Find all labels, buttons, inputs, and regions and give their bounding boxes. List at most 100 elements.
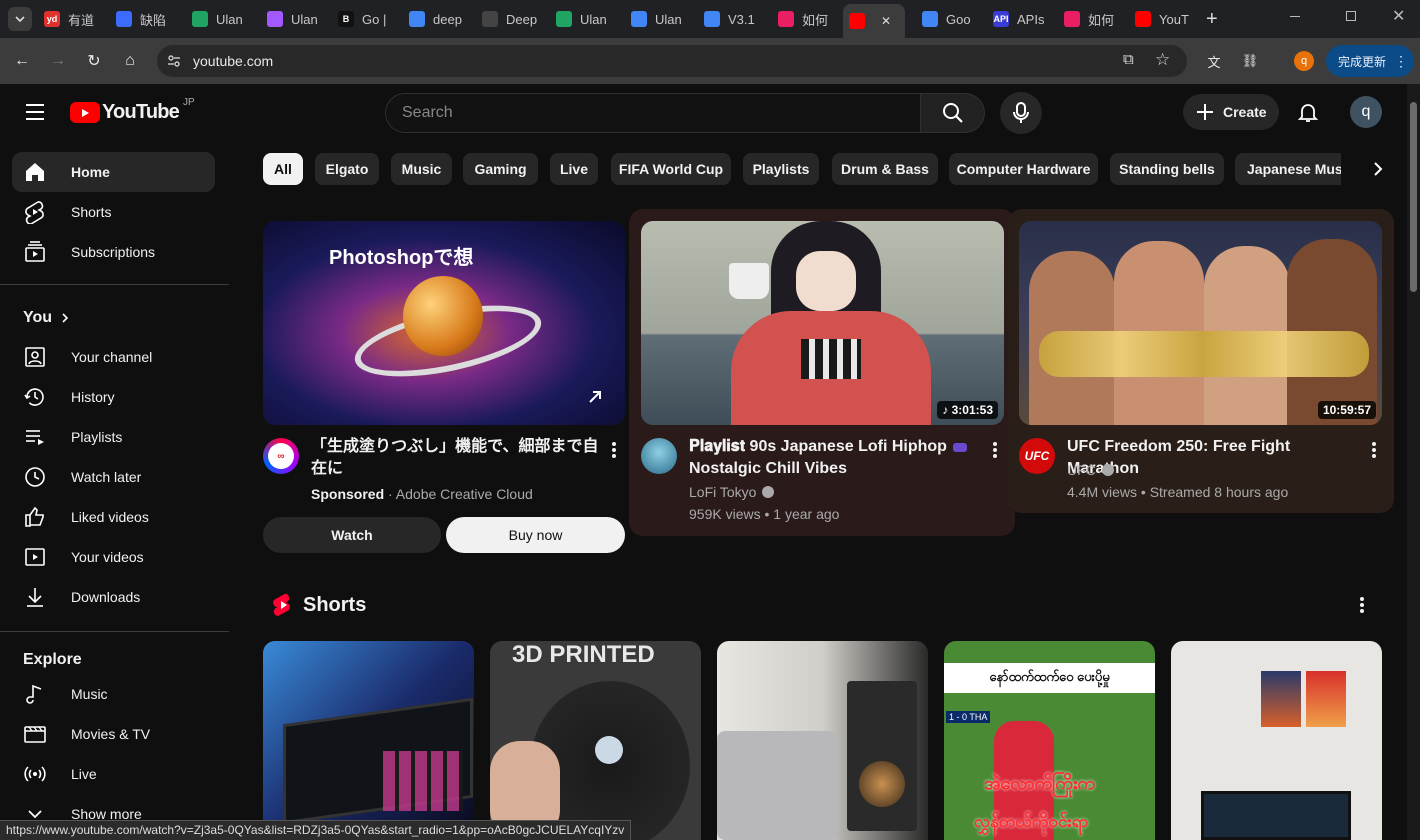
short-overlay-text: 3D PRINTED	[512, 641, 655, 668]
filter-chip[interactable]: All	[263, 153, 303, 185]
hamburger-menu-icon[interactable]	[26, 104, 44, 120]
sidebar-section-you[interactable]: You	[23, 309, 70, 327]
browser-tab[interactable]: Ulan	[631, 6, 695, 32]
download-icon	[23, 585, 47, 609]
advertiser-name[interactable]: Adobe Creative Cloud	[396, 486, 533, 502]
account-avatar[interactable]: q	[1350, 96, 1382, 128]
filter-chip[interactable]: Music	[391, 153, 452, 185]
short-thumbnail[interactable]: 3D PRINTED	[490, 641, 701, 840]
create-label: Create	[1223, 104, 1267, 120]
search-input[interactable]	[402, 104, 902, 122]
tab-search-dropdown[interactable]	[8, 7, 32, 31]
browser-tab[interactable]: YouT	[1135, 6, 1199, 32]
browser-tab[interactable]: yd 有道	[44, 6, 108, 32]
forward-arrow-icon[interactable]: →	[46, 49, 70, 73]
watch-button[interactable]: Watch	[263, 517, 441, 553]
site-info-icon[interactable]	[167, 54, 181, 68]
page-scrollbar[interactable]	[1407, 84, 1420, 840]
video-title[interactable]: 𝐏𝐥𝐚𝐲𝐥𝐢𝐬𝐭 90s Japanese Lofi Hiphop Nostal…	[689, 436, 984, 480]
voice-search-button[interactable]	[1000, 92, 1042, 134]
video-thumbnail[interactable]: ♪ 3:01:53	[641, 221, 1004, 425]
ad-title[interactable]: 「生成塗りつぶし」機能で、細部まで自 在に	[311, 436, 606, 480]
tab-close-icon[interactable]: ✕	[881, 14, 891, 28]
browser-tab[interactable]: Goo	[922, 6, 986, 32]
ad-more-icon[interactable]	[612, 442, 616, 458]
short-thumbnail[interactable]	[717, 641, 928, 840]
browser-tab[interactable]: deep	[409, 6, 473, 32]
profile-avatar[interactable]: q	[1294, 51, 1314, 71]
sidebar-item-music[interactable]: Music	[12, 674, 215, 714]
scrollbar-thumb[interactable]	[1410, 102, 1417, 292]
browser-tab[interactable]: 如何	[778, 6, 842, 32]
notifications-bell-icon[interactable]	[1296, 100, 1320, 129]
browser-tab[interactable]: Deep	[482, 6, 546, 32]
filter-chip[interactable]: Standing bells	[1110, 153, 1224, 185]
browser-tab[interactable]: API APIs	[993, 6, 1057, 32]
ufc-channel-avatar[interactable]: UFC	[1019, 438, 1055, 474]
filter-chip[interactable]: Computer Hardware	[949, 153, 1098, 185]
filter-chip[interactable]: Elgato	[315, 153, 379, 185]
filter-chip[interactable]: Drum & Bass	[832, 153, 938, 185]
youtube-logo[interactable]: YouTube JP	[70, 97, 195, 124]
sidebar-item-downloads[interactable]: Downloads	[12, 577, 215, 617]
bookmark-star-icon[interactable]: ☆	[1155, 50, 1170, 70]
short-thumbnail[interactable]	[1171, 641, 1382, 840]
lofi-channel-avatar[interactable]	[641, 438, 677, 474]
sidebar-item-watch-later[interactable]: Watch later	[12, 457, 215, 497]
sidebar-item-history[interactable]: History	[12, 377, 215, 417]
channel-name[interactable]: LoFi Tokyo	[689, 481, 775, 503]
sidebar-item-home[interactable]: Home	[12, 152, 215, 192]
filter-chip[interactable]: Live	[550, 153, 598, 185]
back-arrow-icon[interactable]: ←	[10, 49, 34, 73]
extensions-translate-icon[interactable]: 文	[1202, 49, 1226, 73]
buy-now-label: Buy now	[508, 527, 563, 543]
window-maximize-button[interactable]	[1346, 11, 1356, 21]
search-button[interactable]	[921, 93, 985, 133]
reload-icon[interactable]: ↻	[82, 49, 106, 73]
video-more-icon[interactable]	[1372, 442, 1376, 458]
shorts-more-icon[interactable]	[1360, 597, 1364, 613]
browser-tab[interactable]: 缺陷	[116, 6, 180, 32]
browser-tab[interactable]: Ulan	[267, 6, 331, 32]
home-button-icon[interactable]: ⌂	[118, 49, 142, 73]
short-thumbnail[interactable]	[263, 641, 474, 840]
channel-name[interactable]: UFC	[1067, 459, 1114, 481]
sidebar-item-your-videos[interactable]: Your videos	[12, 537, 215, 577]
browser-tab[interactable]: Ulan	[556, 6, 620, 32]
sidebar-item-playlists[interactable]: Playlists	[12, 417, 215, 457]
short-thumbnail[interactable]: နော်ထက်ထက်ဝေ ပေးပို့မှု 1 - 0 THA အဲလောက…	[944, 641, 1155, 840]
browser-tab[interactable]: V3.1	[704, 6, 768, 32]
video-thumbnail[interactable]: 10:59:57	[1019, 221, 1382, 425]
sidebar-item-liked-videos[interactable]: Liked videos	[12, 497, 215, 537]
ad-thumbnail[interactable]: Photoshopで想	[263, 221, 625, 425]
window-minimize-button[interactable]	[1290, 16, 1300, 17]
new-tab-button[interactable]: +	[1206, 8, 1218, 31]
sidebar-item-shorts[interactable]: Shorts	[12, 192, 215, 232]
adobe-channel-avatar[interactable]: ∞	[263, 438, 299, 474]
external-link-icon[interactable]	[586, 388, 604, 406]
sidebar-item-live[interactable]: Live	[12, 754, 215, 794]
filter-chip[interactable]: Japanese Music	[1235, 153, 1341, 185]
sidebar-item-movies-tv[interactable]: Movies & TV	[12, 714, 215, 754]
browser-tab[interactable]: ✕	[843, 4, 905, 38]
sidebar-item-your-channel[interactable]: Your channel	[12, 337, 215, 377]
install-app-icon[interactable]: ⧉	[1123, 51, 1134, 68]
sidebar-item-subscriptions[interactable]: Subscriptions	[12, 232, 215, 272]
search-box[interactable]	[385, 93, 921, 133]
video-more-icon[interactable]	[993, 442, 997, 458]
update-button[interactable]: 完成更新 ⋮	[1326, 45, 1414, 77]
browser-tab[interactable]: Ulan	[192, 6, 256, 32]
window-close-button[interactable]: ✕	[1392, 6, 1405, 26]
chips-next-button[interactable]	[1358, 153, 1398, 185]
tab-label: 有道	[68, 12, 95, 28]
buy-now-button[interactable]: Buy now	[446, 517, 625, 553]
address-bar[interactable]: youtube.com ⧉ ☆	[157, 45, 1187, 77]
browser-tab[interactable]: 如何	[1064, 6, 1128, 32]
filter-chip[interactable]: FIFA World Cup	[611, 153, 731, 185]
create-button[interactable]: Create	[1183, 94, 1279, 130]
link-icon[interactable]: ⛓	[1238, 49, 1262, 73]
browser-tab[interactable]: B Go |	[338, 6, 402, 32]
filter-chip[interactable]: Gaming	[463, 153, 538, 185]
tab-favicon-icon	[778, 11, 794, 27]
filter-chip[interactable]: Playlists	[743, 153, 819, 185]
